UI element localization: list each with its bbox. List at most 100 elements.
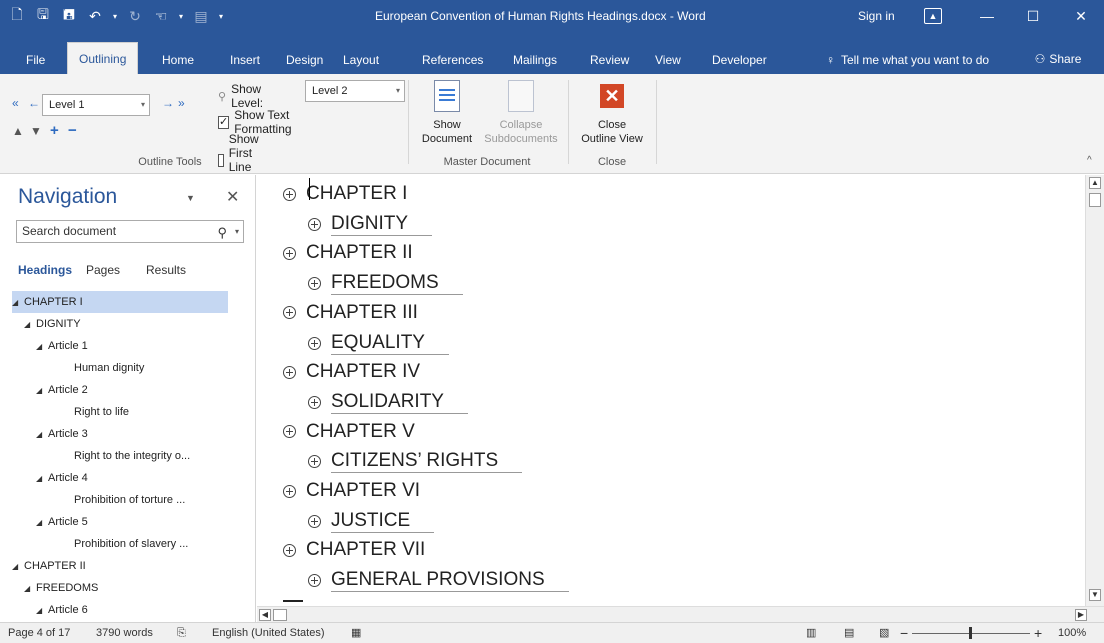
- document-outline-area[interactable]: CHAPTER I DIGNITY CHAPTER II FREEDOMS CHAPTE…: [257, 175, 1085, 606]
- outline-expand-icon[interactable]: [283, 246, 296, 260]
- expanded-triangle-icon[interactable]: ◢: [36, 380, 48, 402]
- outline-line[interactable]: CHAPTER VI: [283, 480, 420, 502]
- outline-line[interactable]: EQUALITY: [308, 332, 449, 355]
- tab-developer[interactable]: Developer: [702, 46, 777, 74]
- search-document-input[interactable]: Search document ⚲ ▾: [16, 220, 244, 243]
- tree-item[interactable]: ◢ DIGNITY: [24, 313, 81, 335]
- expand-icon[interactable]: +: [50, 122, 59, 139]
- outline-expand-icon[interactable]: [308, 455, 321, 469]
- collapse-ribbon-icon[interactable]: ^: [1087, 155, 1092, 166]
- tab-view[interactable]: View: [645, 46, 691, 74]
- outline-line[interactable]: CHAPTER III: [283, 302, 418, 324]
- search-icon[interactable]: ⚲: [217, 222, 227, 243]
- tree-item[interactable]: ◢ Article 6: [36, 599, 88, 621]
- outline-expand-icon[interactable]: [283, 425, 296, 439]
- page-count[interactable]: Page 4 of 17: [8, 623, 70, 643]
- tree-item[interactable]: Prohibition of torture ...: [62, 489, 185, 511]
- tell-me-box[interactable]: ♀ Tell me what you want to do: [826, 46, 989, 74]
- tree-item[interactable]: ◢ Article 4: [36, 467, 88, 489]
- read-mode-icon[interactable]: ▥: [806, 623, 816, 643]
- move-down-icon[interactable]: ▼: [30, 124, 42, 138]
- scroll-right-icon[interactable]: ▶: [1075, 609, 1087, 621]
- outline-line[interactable]: CHAPTER II: [283, 242, 413, 264]
- outline-line[interactable]: CHAPTER VII: [283, 539, 425, 561]
- tab-home[interactable]: Home: [152, 46, 204, 74]
- tab-review[interactable]: Review: [580, 46, 639, 74]
- zoom-level[interactable]: 100%: [1058, 623, 1086, 643]
- web-layout-icon[interactable]: ▧: [879, 623, 889, 643]
- expanded-triangle-icon[interactable]: ◢: [36, 424, 48, 446]
- outline-line[interactable]: DIGNITY: [308, 213, 433, 236]
- tree-item[interactable]: ◢ FREEDOMS: [24, 577, 98, 599]
- undo-icon[interactable]: ↶: [84, 5, 106, 27]
- save-icon[interactable]: 🖫: [32, 5, 54, 27]
- promote-icon[interactable]: ←: [28, 96, 40, 110]
- outline-expand-icon[interactable]: [283, 484, 296, 498]
- expanded-triangle-icon[interactable]: ◢: [36, 600, 48, 622]
- expanded-triangle-icon[interactable]: ◢: [24, 578, 36, 600]
- tree-item[interactable]: ◢ CHAPTER I: [12, 291, 228, 313]
- tab-insert[interactable]: Insert: [220, 46, 270, 74]
- outline-expand-icon[interactable]: [308, 217, 321, 231]
- outline-expand-icon[interactable]: [283, 187, 296, 201]
- outline-line[interactable]: CHAPTER IV: [283, 361, 420, 383]
- close-pane-icon[interactable]: ✕: [226, 187, 239, 207]
- undo-dropdown-icon[interactable]: ▾: [110, 5, 120, 27]
- zoom-out-button[interactable]: −: [900, 623, 908, 643]
- promote-to-heading1-icon[interactable]: «: [12, 96, 19, 110]
- touch-mode-dropdown-icon[interactable]: ▾: [176, 5, 186, 27]
- outline-expand-icon[interactable]: [308, 277, 321, 291]
- zoom-in-button[interactable]: +: [1034, 623, 1042, 643]
- tree-item[interactable]: ◢ Article 5: [36, 511, 88, 533]
- minimize-button[interactable]: —: [964, 0, 1010, 32]
- paint-icon[interactable]: ▤: [190, 5, 212, 27]
- horizontal-scrollbar[interactable]: ◀ ▶: [257, 606, 1104, 622]
- scroll-down-icon[interactable]: ▼: [1089, 589, 1101, 601]
- tree-item[interactable]: Right to the integrity o...: [62, 445, 190, 467]
- expanded-triangle-icon[interactable]: ◢: [24, 314, 36, 336]
- outline-expand-icon[interactable]: [308, 395, 321, 409]
- ribbon-display-options-icon[interactable]: ▲: [924, 8, 942, 24]
- collapse-subdocuments-button[interactable]: Collapse Subdocuments: [478, 80, 564, 146]
- demote-icon[interactable]: →: [162, 96, 174, 110]
- touch-mode-icon[interactable]: ☜: [150, 5, 172, 27]
- vertical-scroll-thumb[interactable]: [1089, 193, 1101, 207]
- search-options-icon[interactable]: ▾: [235, 221, 239, 242]
- horizontal-scroll-thumb[interactable]: [273, 609, 287, 621]
- show-document-button[interactable]: Show Document: [416, 80, 478, 146]
- scroll-left-icon[interactable]: ◀: [259, 609, 271, 621]
- outline-line[interactable]: CHAPTER I: [283, 183, 407, 205]
- outline-line[interactable]: SOLIDARITY: [308, 391, 468, 414]
- outline-line[interactable]: CITIZENS’ RIGHTS: [308, 450, 523, 474]
- expanded-triangle-icon[interactable]: ◢: [36, 468, 48, 490]
- outline-expand-icon[interactable]: [308, 574, 321, 588]
- outline-expand-icon[interactable]: [308, 336, 321, 350]
- tree-item[interactable]: Human dignity: [62, 357, 144, 379]
- tab-design[interactable]: Design: [276, 46, 333, 74]
- close-outline-view-button[interactable]: ✕ Close Outline View: [572, 80, 652, 146]
- outline-level-combo[interactable]: Level 1 ▾: [42, 94, 150, 116]
- outline-line[interactable]: GENERAL PROVISIONS: [308, 569, 569, 593]
- share-button[interactable]: ⚇ Share: [1026, 44, 1090, 74]
- collapse-icon[interactable]: −: [68, 122, 77, 139]
- language-status[interactable]: English (United States): [212, 623, 325, 643]
- outline-expand-icon[interactable]: [308, 514, 321, 528]
- demote-to-body-icon[interactable]: »: [178, 96, 185, 110]
- vertical-scrollbar[interactable]: ▲ ▼: [1085, 175, 1104, 606]
- expanded-triangle-icon[interactable]: ◢: [36, 512, 48, 534]
- tab-file[interactable]: File: [16, 46, 55, 74]
- expanded-triangle-icon[interactable]: ◢: [12, 292, 24, 314]
- outline-line[interactable]: JUSTICE: [308, 510, 435, 533]
- tab-outlining[interactable]: Outlining: [67, 42, 139, 74]
- new-document-icon[interactable]: 🗋: [6, 5, 28, 27]
- print-layout-icon[interactable]: ▤: [844, 623, 854, 643]
- close-window-button[interactable]: ✕: [1058, 0, 1104, 32]
- outline-expand-icon[interactable]: [283, 365, 296, 379]
- expanded-triangle-icon[interactable]: ◢: [36, 336, 48, 358]
- move-up-icon[interactable]: ▲: [12, 124, 24, 138]
- macro-record-icon[interactable]: ▦: [351, 623, 361, 643]
- tree-item[interactable]: ◢ Article 1: [36, 335, 88, 357]
- outline-expand-icon[interactable]: [283, 306, 296, 320]
- zoom-slider-thumb[interactable]: [969, 627, 972, 639]
- tree-item[interactable]: Prohibition of slavery ...: [62, 533, 188, 555]
